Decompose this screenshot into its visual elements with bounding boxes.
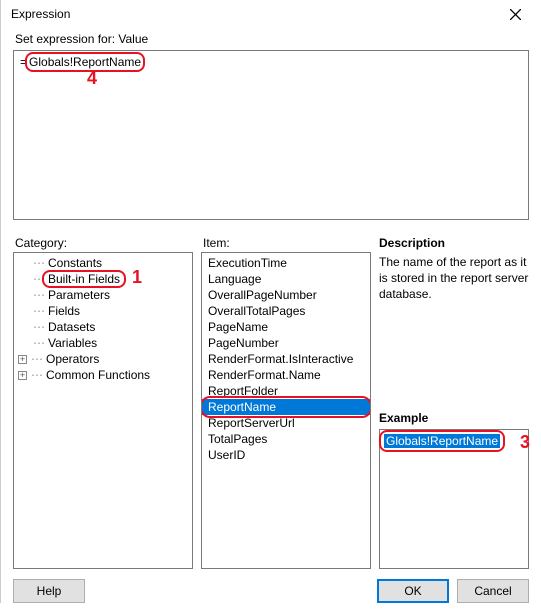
list-item[interactable]: PageName [202,319,370,335]
category-tree[interactable]: ⋯ Constants ⋯ Built-in Fields ⋯ Paramete… [13,252,193,569]
list-item[interactable]: ReportFolder [202,383,370,399]
list-item[interactable]: ReportServerUrl [202,415,370,431]
annotation-3-num: 3 [520,432,530,453]
tree-constants[interactable]: ⋯ Constants [14,255,192,271]
list-item[interactable]: OverallPageNumber [202,287,370,303]
tree-label: Built-in Fields [48,272,120,286]
close-button[interactable] [495,0,535,28]
tree-label: Fields [48,304,80,318]
annotation-2-box [201,396,371,418]
tree-fields[interactable]: ⋯ Fields [14,303,192,319]
list-item[interactable]: TotalPages [202,431,370,447]
expand-icon[interactable]: + [18,371,27,380]
tree-label: Common Functions [46,368,150,382]
expand-icon[interactable]: + [18,355,27,364]
list-item[interactable]: RenderFormat.Name [202,367,370,383]
expression-textbox[interactable]: = Globals!ReportName [13,50,529,220]
close-icon [510,9,521,20]
description-label: Description [379,236,529,250]
titlebar: Expression [1,0,541,28]
tree-label: Operators [46,352,99,366]
list-item[interactable]: ExecutionTime [202,255,370,271]
example-value: Globals!ReportName [384,434,500,448]
dialog-footer: Help OK Cancel [1,569,541,615]
tree-parameters[interactable]: ⋯ Parameters [14,287,192,303]
category-label: Category: [15,236,193,250]
list-item[interactable]: RenderFormat.IsInteractive [202,351,370,367]
tree-variables[interactable]: ⋯ Variables [14,335,192,351]
description-text: The name of the report as it is stored i… [379,254,529,303]
item-listbox[interactable]: ExecutionTimeLanguageOverallPageNumberOv… [201,252,371,569]
expression-dialog: Expression Set expression for: Value = G… [0,0,541,603]
window-title: Expression [11,7,495,21]
list-item[interactable]: OverallTotalPages [202,303,370,319]
list-item[interactable]: PageNumber [202,335,370,351]
cancel-button[interactable]: Cancel [457,579,529,603]
expr-prefix: = [20,55,27,69]
list-item[interactable]: UserID [202,447,370,463]
tree-datasets[interactable]: ⋯ Datasets [14,319,192,335]
ok-button[interactable]: OK [377,579,449,603]
list-item[interactable]: ReportName [202,399,370,415]
expr-value: Globals!ReportName [29,55,141,69]
tree-label: Constants [48,256,102,270]
tree-label: Parameters [48,288,110,302]
set-expression-label: Set expression for: Value [15,32,529,46]
tree-builtins[interactable]: ⋯ Built-in Fields [14,271,192,287]
example-label: Example [379,411,529,425]
tree-label: Variables [48,336,97,350]
tree-label: Datasets [48,320,95,334]
tree-common-functions[interactable]: +⋯ Common Functions [14,367,192,383]
example-box: Globals!ReportName 3 [379,429,529,569]
tree-operators[interactable]: +⋯ Operators [14,351,192,367]
help-button[interactable]: Help [13,579,85,603]
list-item[interactable]: Language [202,271,370,287]
item-label: Item: [203,236,371,250]
